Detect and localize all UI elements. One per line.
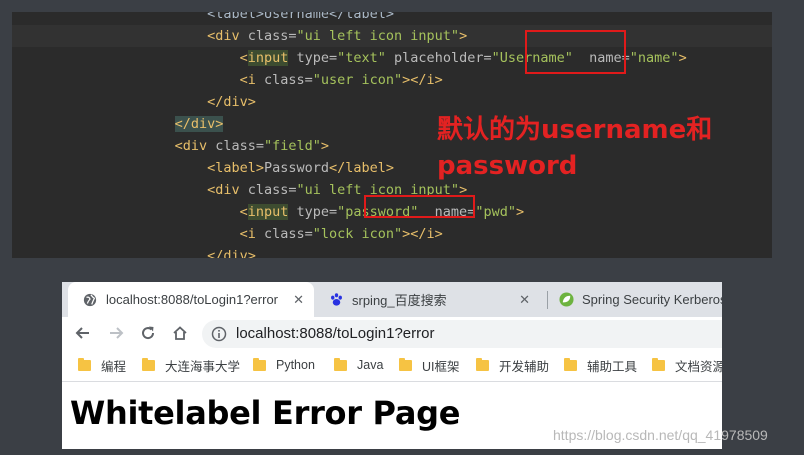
code-token: <div	[174, 138, 208, 154]
tab-title: srping_百度搜索	[352, 293, 447, 308]
browser-window: localhost:8088/toLogin1?error ✕ srping_百…	[62, 282, 722, 449]
code-token: type=	[288, 204, 338, 220]
bookmark-label: 开发辅助	[499, 359, 550, 374]
code-token: <i	[239, 72, 256, 88]
code-token: type=	[288, 50, 338, 66]
code-token: ></i>	[402, 226, 443, 242]
code-token: input	[247, 50, 289, 66]
code-token: class=	[255, 226, 313, 242]
code-token: </div>	[207, 94, 256, 110]
code-token: <label>Username</label>	[207, 12, 395, 22]
code-token: class=	[239, 182, 297, 198]
tab-localhost[interactable]: localhost:8088/toLogin1?error ✕	[68, 282, 314, 317]
folder-icon	[334, 357, 347, 371]
code-token: <label>	[207, 160, 264, 176]
code-token: input	[247, 204, 289, 220]
code-token: class=	[239, 28, 297, 44]
code-token: >	[678, 50, 687, 66]
code-line: <i class="lock icon"></i>	[12, 223, 772, 245]
reload-icon[interactable]	[138, 323, 158, 343]
code-token: "lock icon"	[312, 226, 403, 242]
code-line: <i class="user icon"></i>	[12, 69, 772, 91]
annotation-line-1: 默认的为username和	[437, 115, 713, 145]
code-line: <div class="ui left icon input">	[12, 25, 772, 47]
folder-icon	[476, 357, 489, 371]
code-token: >	[515, 204, 525, 220]
bookmark-label: UI框架	[422, 359, 460, 374]
code-token: <div	[207, 28, 240, 44]
folder-icon	[564, 357, 577, 371]
code-token: </div>	[174, 116, 224, 132]
home-icon[interactable]	[170, 323, 190, 343]
bookmark-label: 大连海事大学	[165, 359, 241, 374]
bookmark-folder[interactable]: 大连海事大学	[142, 349, 240, 381]
code-line: <label>Username</label>	[12, 12, 772, 25]
code-token: "name"	[629, 50, 679, 66]
bookmark-folder[interactable]: 文档资源	[652, 349, 722, 381]
code-token: placeholder=	[385, 50, 492, 66]
code-token: "pwd"	[475, 204, 516, 220]
globe-icon	[82, 292, 98, 308]
bookmark-label: Java	[357, 358, 384, 372]
bookmark-folder[interactable]: UI框架	[399, 349, 460, 381]
folder-icon	[78, 357, 91, 371]
bookmark-label: Python	[276, 358, 315, 372]
code-line: </div>	[12, 91, 772, 113]
code-token: Password	[263, 160, 330, 176]
folder-icon	[142, 357, 155, 371]
code-token: "field"	[263, 138, 321, 154]
page-heading: Whitelabel Error Page	[70, 394, 461, 432]
bookmark-label: 辅助工具	[587, 359, 638, 374]
bookmark-folder[interactable]: 开发辅助	[476, 349, 549, 381]
browser-toolbar: localhost:8088/toLogin1?error	[62, 317, 722, 349]
code-token: "user icon"	[312, 72, 403, 88]
bookmarks-bar: 编程 大连海事大学 Python Java UI框架 开发辅助 辅助工具 文档资…	[62, 349, 722, 382]
name-attr-highlight-box	[525, 30, 626, 74]
code-token: <div	[207, 182, 240, 198]
code-token: >	[320, 138, 330, 154]
bookmark-folder[interactable]: 辅助工具	[564, 349, 637, 381]
folder-icon	[652, 357, 665, 371]
bookmark-folder[interactable]: Java	[334, 349, 383, 381]
tab-baidu[interactable]: srping_百度搜索 ✕	[314, 282, 540, 317]
address-bar[interactable]: localhost:8088/toLogin1?error	[202, 320, 722, 348]
forward-arrow-icon[interactable]	[106, 323, 126, 343]
tab-spring[interactable]: Spring Security Kerberos	[544, 282, 722, 317]
bookmark-folder[interactable]: 编程	[78, 349, 126, 381]
code-line: <label>Password</label>	[12, 157, 772, 179]
info-icon[interactable]	[211, 326, 227, 342]
bookmark-folder[interactable]: Python	[253, 349, 315, 381]
close-tab-icon[interactable]: ✕	[519, 292, 530, 308]
code-token: class=	[255, 72, 313, 88]
bookmark-label: 文档资源	[675, 359, 722, 374]
code-token: ></i>	[402, 72, 443, 88]
spring-leaf-icon	[558, 292, 574, 308]
code-token: </div>	[207, 248, 256, 258]
folder-icon	[399, 357, 412, 371]
code-token: class=	[207, 138, 264, 154]
code-token: <i	[239, 226, 256, 242]
bookmark-label: 编程	[101, 359, 127, 374]
pwd-attr-highlight-box	[364, 195, 475, 218]
url-text[interactable]: localhost:8088/toLogin1?error	[236, 320, 434, 348]
folder-icon	[253, 357, 266, 371]
code-line: </div>	[12, 245, 772, 258]
code-token: "ui left icon input"	[296, 28, 460, 44]
close-tab-icon[interactable]: ✕	[293, 292, 304, 308]
back-arrow-icon[interactable]	[73, 323, 93, 343]
annotation-line-2: password	[437, 151, 578, 181]
baidu-paw-icon	[328, 292, 344, 308]
tab-strip: localhost:8088/toLogin1?error ✕ srping_百…	[62, 282, 722, 317]
tab-title: localhost:8088/toLogin1?error	[106, 292, 279, 307]
watermark: https://blog.csdn.net/qq_41978509	[553, 427, 768, 443]
code-token: <	[239, 50, 248, 66]
code-token: <	[239, 204, 248, 220]
code-line: <input type="text" placeholder="Username…	[12, 47, 772, 69]
tab-title: Spring Security Kerberos	[582, 292, 722, 307]
code-token: </label>	[329, 160, 395, 176]
code-token: "text"	[337, 50, 386, 66]
code-token: >	[459, 28, 468, 44]
